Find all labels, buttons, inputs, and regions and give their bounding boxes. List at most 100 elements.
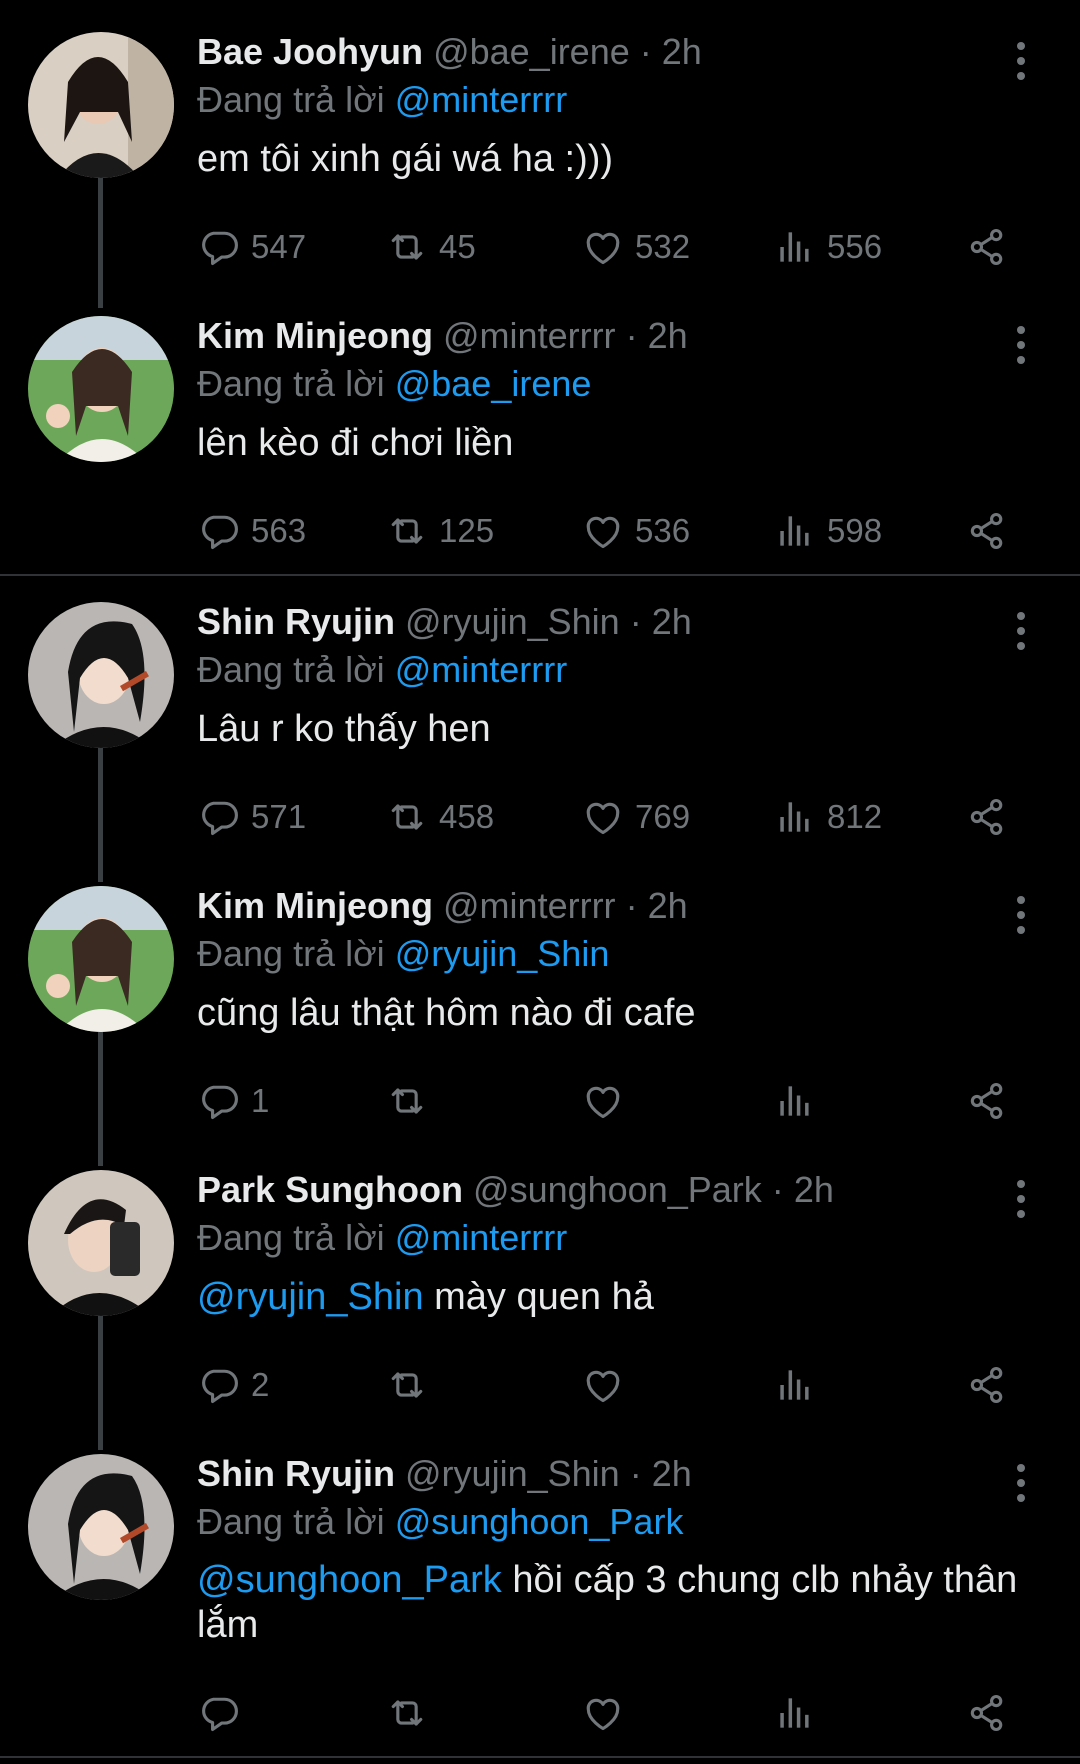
replying-label: Đang trả lời	[197, 933, 385, 974]
retweets-count: 125	[439, 512, 495, 549]
separator: ·	[629, 601, 642, 642]
more-icon[interactable]	[1014, 42, 1028, 80]
share-button[interactable]	[965, 508, 1009, 554]
retweet-button[interactable]: 458	[385, 794, 494, 840]
timestamp[interactable]: 2h	[652, 1453, 692, 1494]
bottom-divider	[0, 1756, 1080, 1758]
timestamp[interactable]: 2h	[662, 31, 702, 72]
like-button[interactable]: 532	[581, 224, 690, 270]
share-button[interactable]	[965, 1362, 1009, 1408]
replying-to-link[interactable]: @minterrrr	[395, 79, 568, 120]
author-handle[interactable]: @minterrrr	[443, 315, 616, 356]
reply-button[interactable]	[197, 1690, 241, 1736]
share-button[interactable]	[965, 1690, 1009, 1736]
like-button[interactable]	[581, 1078, 625, 1124]
views-button[interactable]: 598	[773, 508, 882, 554]
thread-divider	[0, 574, 1080, 576]
share-icon	[965, 1691, 1009, 1735]
author-name[interactable]: Kim Minjeong	[197, 885, 433, 926]
author-name[interactable]: Kim Minjeong	[197, 315, 433, 356]
like-button[interactable]	[581, 1362, 625, 1408]
timestamp[interactable]: 2h	[794, 1169, 834, 1210]
text-body: cũng lâu thật hôm nào đi cafe	[197, 992, 696, 1034]
more-icon[interactable]	[1014, 1180, 1028, 1218]
replying-to: Đang trả lời @minterrrr	[197, 78, 1040, 122]
text-mention[interactable]: @ryujin_Shin	[197, 1276, 424, 1318]
like-button[interactable]: 536	[581, 508, 690, 554]
avatar[interactable]	[28, 1170, 174, 1316]
avatar[interactable]	[28, 32, 174, 178]
replies-count: 547	[251, 228, 307, 265]
views-button[interactable]	[773, 1362, 817, 1408]
more-icon[interactable]	[1014, 612, 1028, 650]
timestamp[interactable]: 2h	[648, 315, 688, 356]
reply-button[interactable]: 547	[197, 224, 306, 270]
replying-label: Đang trả lời	[197, 1501, 385, 1542]
replying-to-link[interactable]: @minterrrr	[395, 1217, 568, 1258]
avatar[interactable]	[28, 316, 174, 462]
text-mention[interactable]: @sunghoon_Park	[197, 1559, 502, 1601]
tweet-text: @ryujin_Shin mày quen hả	[197, 1274, 1040, 1320]
replying-to-link[interactable]: @bae_irene	[395, 363, 592, 404]
avatar[interactable]	[28, 602, 174, 748]
timestamp[interactable]: 2h	[652, 601, 692, 642]
author-handle[interactable]: @minterrrr	[443, 885, 616, 926]
author-name[interactable]: Park Sunghoon	[197, 1169, 463, 1210]
replying-label: Đang trả lời	[197, 79, 385, 120]
retweet-button[interactable]	[385, 1690, 429, 1736]
like-button[interactable]: 769	[581, 794, 690, 840]
reply-button[interactable]: 2	[197, 1362, 269, 1408]
retweet-button[interactable]: 125	[385, 508, 494, 554]
thread-line	[98, 748, 103, 882]
views-count: 598	[827, 512, 883, 549]
share-button[interactable]	[965, 1078, 1009, 1124]
tweet-text: lên kèo đi chơi liền	[197, 420, 1040, 466]
reply-button[interactable]: 563	[197, 508, 306, 554]
reply-button[interactable]: 571	[197, 794, 306, 840]
replying-to-link[interactable]: @sunghoon_Park	[395, 1501, 684, 1542]
retweet-button[interactable]	[385, 1362, 429, 1408]
separator: ·	[625, 315, 638, 356]
retweet-button[interactable]	[385, 1078, 429, 1124]
timestamp[interactable]: 2h	[648, 885, 688, 926]
author-handle[interactable]: @ryujin_Shin	[405, 1453, 620, 1494]
action-bar: 547 45 532 556	[197, 224, 1017, 270]
more-icon[interactable]	[1014, 1464, 1028, 1502]
replies-count: 563	[251, 512, 307, 549]
likes-count: 536	[635, 512, 691, 549]
author-handle[interactable]: @ryujin_Shin	[405, 601, 620, 642]
reply-icon	[197, 225, 241, 269]
author-handle[interactable]: @bae_irene	[433, 31, 630, 72]
share-icon	[965, 225, 1009, 269]
views-button[interactable]	[773, 1690, 817, 1736]
views-button[interactable]: 556	[773, 224, 882, 270]
avatar[interactable]	[28, 886, 174, 1032]
views-icon	[773, 509, 817, 553]
tweet-text: cũng lâu thật hôm nào đi cafe	[197, 990, 1040, 1036]
author-name[interactable]: Shin Ryujin	[197, 1453, 395, 1494]
thread-line	[98, 1316, 103, 1450]
retweet-button[interactable]: 45	[385, 224, 476, 270]
share-button[interactable]	[965, 794, 1009, 840]
likes-count: 769	[635, 798, 691, 835]
views-button[interactable]: 812	[773, 794, 882, 840]
more-icon[interactable]	[1014, 896, 1028, 934]
author-handle[interactable]: @sunghoon_Park	[473, 1169, 762, 1210]
replying-to: Đang trả lời @ryujin_Shin	[197, 932, 1040, 976]
reply-icon	[197, 509, 241, 553]
reply-button[interactable]: 1	[197, 1078, 269, 1124]
author-name[interactable]: Bae Joohyun	[197, 31, 423, 72]
views-icon	[773, 225, 817, 269]
replying-to-link[interactable]: @minterrrr	[395, 649, 568, 690]
like-icon	[581, 1079, 625, 1123]
replying-to-link[interactable]: @ryujin_Shin	[395, 933, 610, 974]
author-name[interactable]: Shin Ryujin	[197, 601, 395, 642]
action-bar: 563 125 536 598	[197, 508, 1017, 554]
views-button[interactable]	[773, 1078, 817, 1124]
avatar[interactable]	[28, 1454, 174, 1600]
retweet-icon	[385, 1363, 429, 1407]
more-icon[interactable]	[1014, 326, 1028, 364]
like-button[interactable]	[581, 1690, 625, 1736]
text-body: Lâu r ko thấy hen	[197, 708, 491, 750]
share-button[interactable]	[965, 224, 1009, 270]
